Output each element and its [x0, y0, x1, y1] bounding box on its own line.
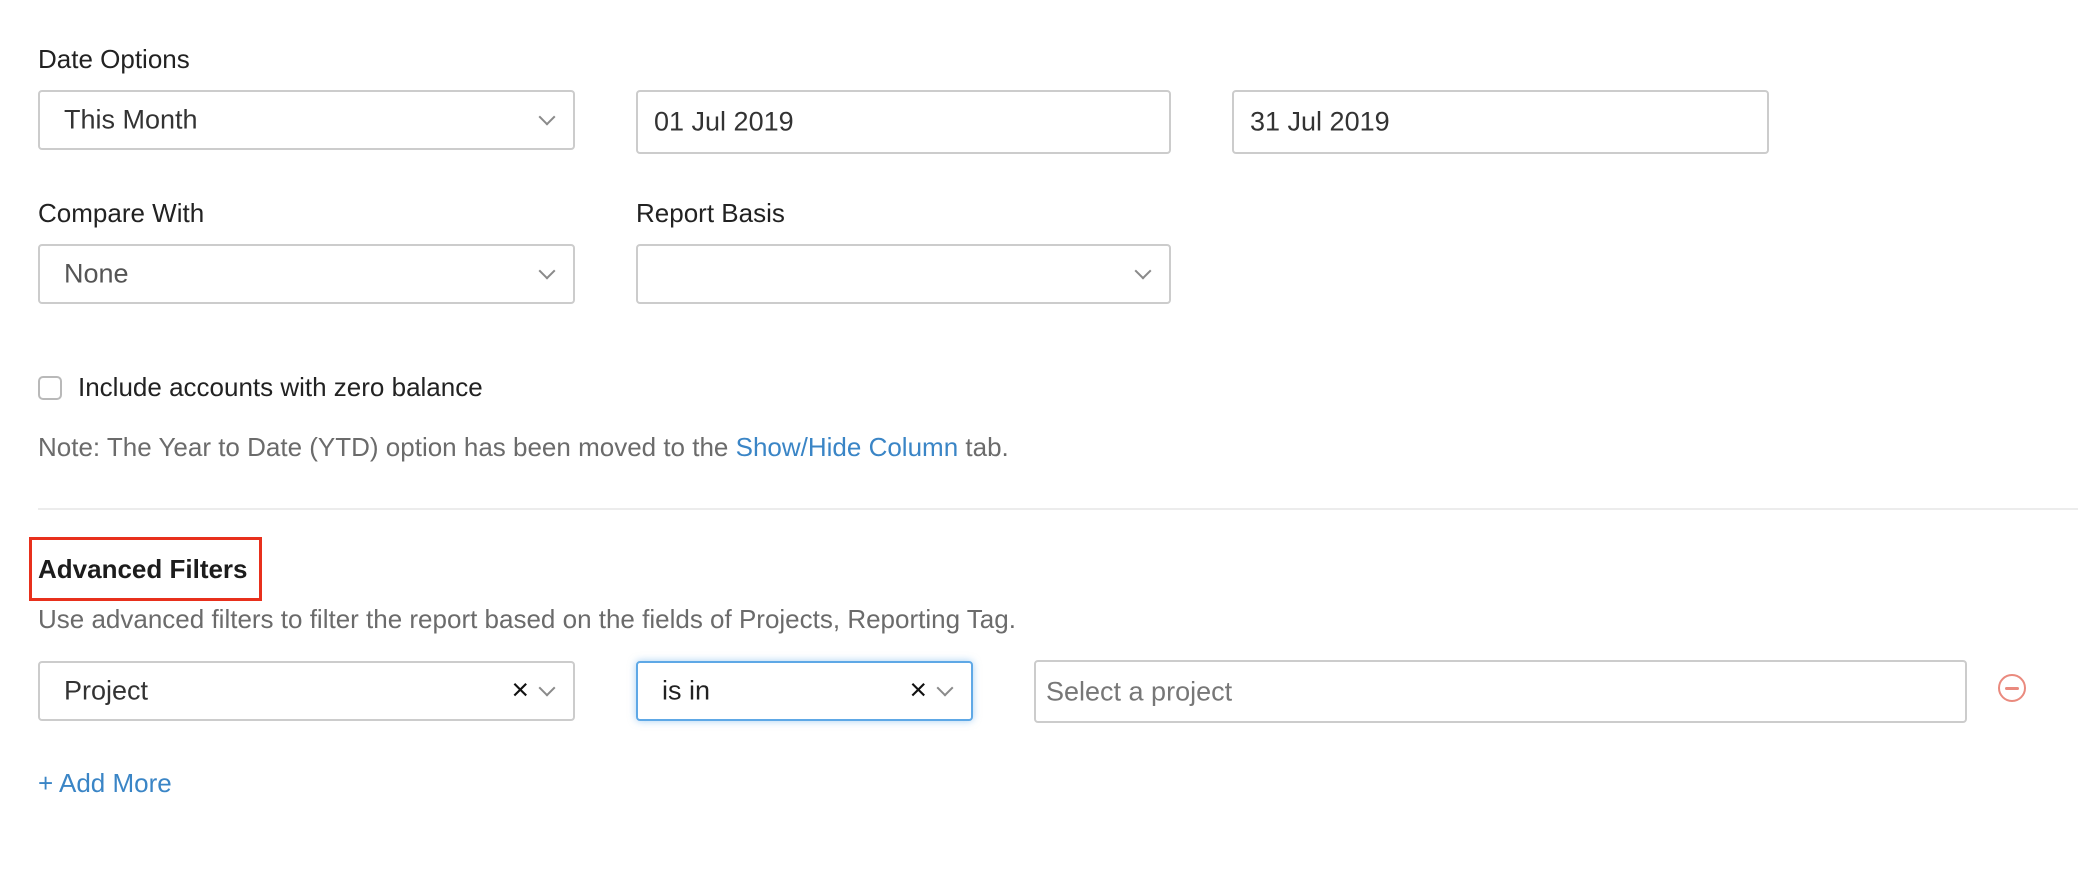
add-more-link[interactable]: + Add More: [38, 768, 172, 799]
filter-operator-select[interactable]: is in ×: [636, 661, 973, 721]
ytd-note-prefix: Note: The Year to Date (YTD) option has …: [38, 432, 736, 462]
remove-circle-icon[interactable]: [1998, 674, 2026, 702]
section-divider: [38, 508, 2078, 510]
clear-icon[interactable]: ×: [511, 675, 529, 705]
to-date-value: 31 Jul 2019: [1250, 106, 1390, 137]
chevron-down-icon: [538, 262, 556, 280]
advanced-filters-title: Advanced Filters: [38, 554, 248, 584]
chevron-down-icon: [538, 679, 556, 697]
filter-value-placeholder: Select a project: [1046, 676, 1233, 706]
chevron-down-icon: [1134, 262, 1152, 280]
filter-value-input[interactable]: Select a project: [1034, 660, 1967, 723]
chevron-down-icon: [936, 679, 954, 697]
date-options-value: This Month: [64, 104, 198, 135]
chevron-down-icon: [538, 108, 556, 126]
advanced-filters-description: Use advanced filters to filter the repor…: [38, 604, 1016, 634]
zero-balance-checkbox[interactable]: [38, 376, 62, 400]
date-options-label: Date Options: [38, 44, 190, 74]
ytd-note: Note: The Year to Date (YTD) option has …: [38, 432, 1009, 463]
ytd-note-suffix: tab.: [958, 432, 1009, 462]
to-date-input[interactable]: 31 Jul 2019: [1232, 90, 1769, 154]
compare-with-label: Compare With: [38, 198, 205, 228]
report-basis-label: Report Basis: [636, 198, 785, 228]
from-date-input[interactable]: 01 Jul 2019: [636, 90, 1171, 154]
compare-with-value: None: [64, 258, 129, 289]
from-date-value: 01 Jul 2019: [654, 106, 794, 137]
show-hide-column-link[interactable]: Show/Hide Column: [736, 432, 959, 462]
filter-field-select[interactable]: Project ×: [38, 661, 575, 721]
zero-balance-label[interactable]: Include accounts with zero balance: [78, 372, 483, 403]
filter-operator-value: is in: [662, 675, 711, 706]
compare-with-select[interactable]: None: [38, 244, 575, 304]
filter-field-value: Project: [64, 675, 149, 706]
date-options-select[interactable]: This Month: [38, 90, 575, 150]
clear-icon[interactable]: ×: [909, 675, 927, 705]
report-basis-select[interactable]: [636, 244, 1171, 304]
